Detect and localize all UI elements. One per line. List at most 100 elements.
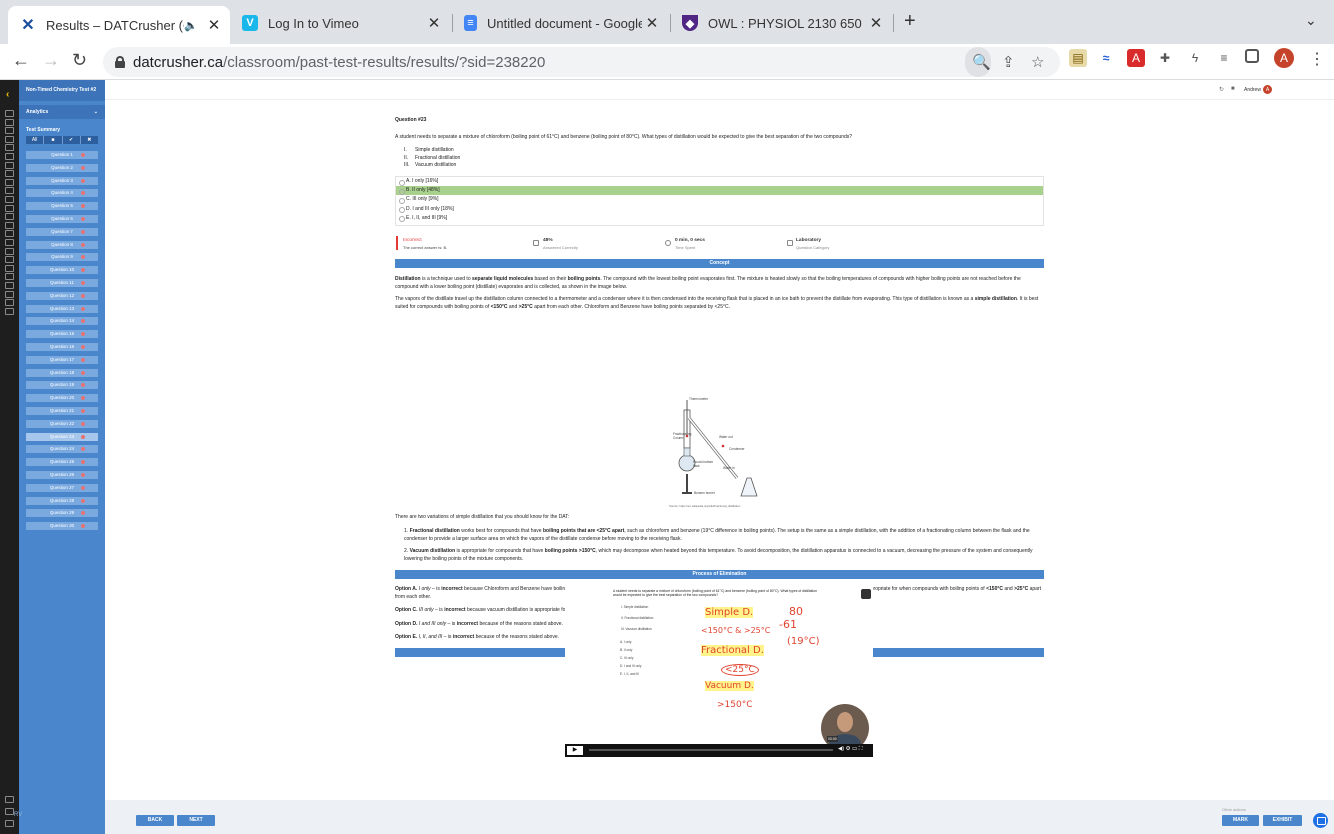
rail-nav-icon[interactable]	[5, 299, 14, 307]
rail-nav-icon[interactable]	[5, 118, 14, 126]
question-nav-28[interactable]: Question 28	[26, 496, 98, 505]
question-nav-1[interactable]: Question 1	[26, 151, 98, 159]
refresh-icon[interactable]: ↻	[1219, 86, 1224, 93]
question-nav-6[interactable]: Question 6	[26, 214, 98, 223]
tab-owl[interactable]: ◆ OWL : PHYSIOL 2130 650 SU2 ✕	[670, 8, 892, 38]
question-nav-14[interactable]: Question 14	[26, 317, 98, 326]
rail-nav-icon[interactable]	[5, 273, 14, 281]
chat-icon[interactable]	[1313, 813, 1328, 828]
choice-b[interactable]: B. II only [48%]	[396, 186, 1043, 196]
question-nav-26[interactable]: Question 26	[26, 470, 98, 479]
filter-marked-icon[interactable]: ■	[44, 136, 63, 144]
close-tab-icon[interactable]: ✕	[866, 14, 886, 32]
wave-extension-icon[interactable]: ≈	[1097, 49, 1115, 67]
rail-nav-icon[interactable]	[5, 808, 14, 815]
question-nav-8[interactable]: Question 8	[26, 240, 98, 249]
rail-nav-icon[interactable]	[5, 820, 14, 827]
question-nav-27[interactable]: Question 27	[26, 483, 98, 492]
play-icon[interactable]: ▶	[567, 746, 583, 755]
bookmark-icon[interactable]: ■	[1231, 86, 1235, 92]
question-nav-12[interactable]: Question 12	[26, 291, 98, 300]
tab-vimeo[interactable]: V Log In to Vimeo ✕	[230, 8, 450, 38]
rail-nav-icon[interactable]	[5, 204, 14, 212]
rail-nav-icon[interactable]	[5, 170, 14, 178]
zoom-icon[interactable]: 🔍	[972, 53, 991, 71]
filter-all[interactable]: All	[26, 136, 45, 144]
question-nav-21[interactable]: Question 21	[26, 406, 98, 415]
choice-c[interactable]: C. III only [9%]	[396, 195, 1043, 205]
rail-nav-icon[interactable]	[5, 144, 14, 152]
back-button[interactable]: BACK	[136, 815, 174, 826]
collapse-arrow-icon[interactable]: ‹	[6, 89, 9, 100]
reading-list-icon[interactable]: ≡	[1215, 49, 1233, 67]
question-nav-23[interactable]: Question 23	[26, 432, 98, 441]
rail-nav-icon[interactable]	[5, 307, 14, 315]
close-tab-icon[interactable]: ✕	[204, 16, 224, 34]
back-arrow-icon[interactable]: ←	[12, 50, 30, 71]
question-nav-10[interactable]: Question 10	[26, 266, 98, 275]
video-progress-bar[interactable]	[589, 749, 833, 751]
forward-arrow-icon[interactable]: →	[42, 50, 60, 71]
question-nav-29[interactable]: Question 29	[26, 509, 98, 518]
performance-icon[interactable]: ϟ	[1186, 49, 1204, 67]
rail-nav-icon[interactable]	[5, 187, 14, 195]
rail-nav-icon[interactable]	[5, 239, 14, 246]
rail-nav-icon[interactable]	[5, 282, 14, 289]
side-panel-icon[interactable]	[1245, 49, 1259, 63]
rail-nav-icon[interactable]	[5, 256, 14, 264]
address-bar[interactable]: datcrusher.ca/classroom/past-test-result…	[103, 47, 1060, 77]
choice-a[interactable]: A. I only [16%]	[396, 177, 1043, 186]
mark-button[interactable]: MARK	[1222, 815, 1259, 826]
new-tab-icon[interactable]: +	[904, 10, 916, 33]
question-nav-19[interactable]: Question 19	[26, 381, 98, 390]
question-nav-13[interactable]: Question 13	[26, 304, 98, 313]
question-nav-24[interactable]: Question 24	[26, 445, 98, 454]
rail-nav-icon[interactable]	[5, 153, 14, 160]
choice-d[interactable]: D. I and III only [18%]	[396, 205, 1043, 214]
question-nav-4[interactable]: Question 4	[26, 189, 98, 198]
question-nav-11[interactable]: Question 11	[26, 278, 98, 287]
question-nav-20[interactable]: Question 20	[26, 394, 98, 403]
profile-avatar[interactable]: A	[1274, 48, 1294, 68]
share-icon[interactable]: ⇪	[1002, 53, 1015, 71]
rail-nav-icon[interactable]	[5, 230, 14, 238]
question-nav-7[interactable]: Question 7	[26, 227, 98, 236]
question-nav-17[interactable]: Question 17	[26, 355, 98, 364]
rail-nav-icon[interactable]	[5, 264, 14, 272]
rail-nav-icon[interactable]	[5, 161, 14, 169]
rail-nav-icon[interactable]	[5, 290, 14, 298]
browser-menu-icon[interactable]: ⋮	[1309, 49, 1325, 69]
rail-nav-icon[interactable]	[5, 221, 14, 229]
rail-nav-icon[interactable]	[5, 213, 14, 221]
question-nav-15[interactable]: Question 15	[26, 330, 98, 339]
tab-search-chevron-icon[interactable]: ⌄	[1305, 12, 1317, 29]
notes-extension-icon[interactable]: ▤	[1069, 49, 1087, 67]
question-nav-9[interactable]: Question 9	[26, 253, 98, 262]
analytics-dropdown[interactable]: Analytics ⌄	[19, 105, 105, 119]
exhibit-button[interactable]: EXHIBIT	[1263, 815, 1302, 826]
filter-correct-icon[interactable]: ✔	[63, 136, 81, 144]
question-nav-2[interactable]: Question 2	[26, 163, 98, 172]
user-name[interactable]: Andrew	[1244, 87, 1261, 93]
question-nav-3[interactable]: Question 3	[26, 176, 98, 185]
acrobat-extension-icon[interactable]: A	[1127, 49, 1145, 67]
rail-nav-icon[interactable]	[5, 135, 14, 143]
question-nav-18[interactable]: Question 18	[26, 368, 98, 377]
question-nav-5[interactable]: Question 5	[26, 202, 98, 211]
rail-nav-icon[interactable]	[5, 178, 14, 186]
rail-nav-icon[interactable]	[5, 196, 14, 203]
bookmark-star-icon[interactable]: ☆	[1031, 53, 1044, 71]
extensions-puzzle-icon[interactable]: ✚	[1156, 49, 1174, 67]
rail-nav-icon[interactable]	[5, 110, 14, 117]
video-player[interactable]: A student needs to separate a mixture of…	[565, 584, 873, 757]
reload-icon[interactable]: ↻	[72, 50, 87, 71]
rail-nav-icon[interactable]	[5, 796, 14, 803]
question-nav-16[interactable]: Question 16	[26, 342, 98, 351]
filter-incorrect-icon[interactable]: ✖	[81, 136, 98, 144]
question-nav-30[interactable]: Question 30	[26, 522, 98, 531]
video-settings-icons[interactable]: ◀) ⚙ ▭ ⛶	[838, 746, 863, 753]
speaker-mute-icon[interactable]: 🔈	[184, 19, 198, 32]
close-tab-icon[interactable]: ✕	[424, 14, 444, 32]
rail-nav-icon[interactable]	[5, 247, 14, 255]
tab-datcrusher[interactable]: ✕ Results – DATCrusher (Can 🔈 ✕	[8, 6, 230, 44]
